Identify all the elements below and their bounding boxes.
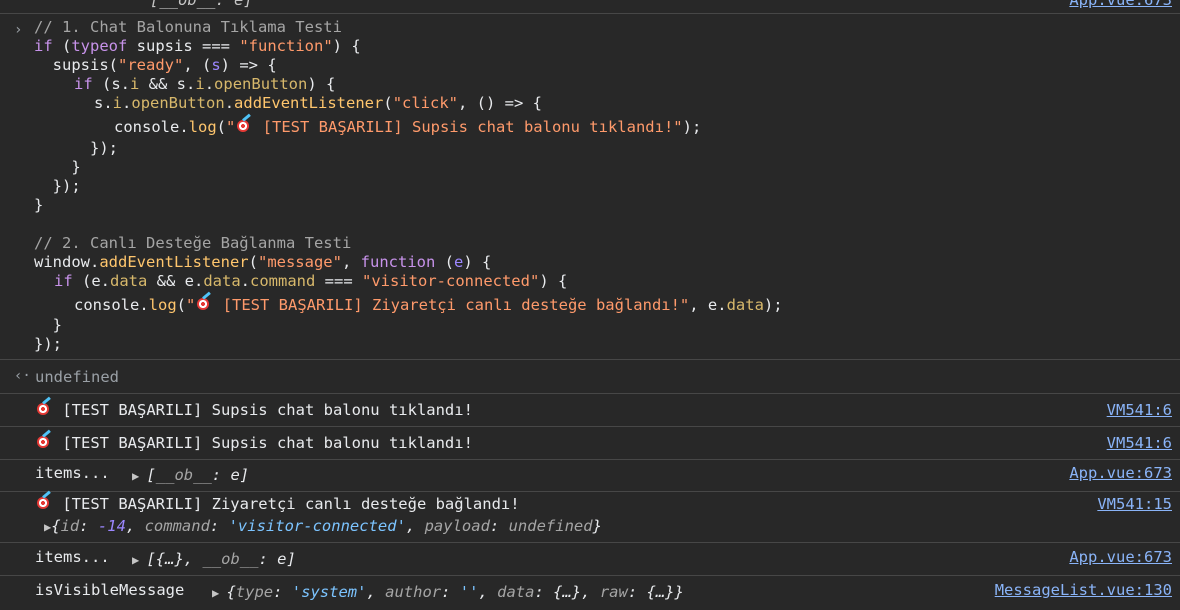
- code-line-5: s.i.openButton.addEventListener("click",…: [94, 94, 543, 112]
- top-source-link[interactable]: App.vue:673: [1069, 0, 1172, 9]
- code-line-1: // 1. Chat Balonuna Tıklama Testi: [34, 18, 342, 36]
- log-object-preview[interactable]: ▶ [{…}, __ob__: e]: [132, 550, 296, 568]
- triangle-right-icon[interactable]: ▶: [132, 469, 146, 483]
- log-label: items...: [35, 464, 110, 482]
- log-source-link[interactable]: MessageList.vue:130: [995, 581, 1172, 599]
- log-row: items... ▶ [{…}, __ob__: e] App.vue:673: [0, 542, 1180, 575]
- result-value: undefined: [35, 368, 119, 386]
- code-line-8: }: [34, 158, 81, 176]
- code-line-12: window.addEventListener("message", funct…: [34, 253, 492, 271]
- log-row: [TEST BAŞARILI] Ziyaretçi canlı desteğe …: [0, 490, 1180, 542]
- log-message: [TEST BAŞARILI] Ziyaretçi canlı desteğe …: [35, 490, 520, 513]
- code-line-13: if (e.data && e.data.command === "visito…: [54, 272, 568, 290]
- log-label: items...: [35, 548, 110, 566]
- code-line-7: });: [34, 139, 118, 157]
- log-source-link[interactable]: VM541:15: [1097, 495, 1172, 513]
- log-source-link[interactable]: App.vue:673: [1069, 548, 1172, 566]
- direct-hit-icon: [35, 429, 53, 449]
- log-message: [TEST BAŞARILI] Supsis chat balonu tıkla…: [35, 429, 473, 452]
- log-source-link[interactable]: VM541:6: [1107, 434, 1172, 452]
- console-input-code-block: › // 1. Chat Balonuna Tıklama Testi if (…: [0, 13, 1180, 358]
- direct-hit-icon: [195, 291, 213, 311]
- log-row: [TEST BAŞARILI] Supsis chat balonu tıkla…: [0, 393, 1180, 426]
- log-object-preview[interactable]: ▶{id: -14, command: 'visitor-connected',…: [44, 517, 602, 535]
- code-line-10: }: [34, 196, 44, 214]
- return-arrow-icon: ‹·: [14, 368, 31, 384]
- code-line-4: if (s.i && s.i.openButton) {: [74, 75, 336, 93]
- result-row: ‹· undefined: [0, 359, 1180, 393]
- direct-hit-icon: [35, 396, 53, 416]
- log-object-preview[interactable]: ▶ [__ob__: e]: [132, 466, 249, 484]
- top-fragment: [__ob__: e]: [150, 0, 253, 9]
- code-line-2: if (typeof supsis === "function") {: [34, 37, 361, 55]
- log-row: items... ▶ [__ob__: e] App.vue:673: [0, 459, 1180, 491]
- top-partial-row: [__ob__: e] App.vue:673: [0, 0, 1180, 14]
- code-line-14: console.log(" [TEST BAŞARILI] Ziyaretçi …: [74, 291, 783, 315]
- code-line-6: console.log(" [TEST BAŞARILI] Supsis cha…: [114, 113, 701, 137]
- log-row: [TEST BAŞARILI] Supsis chat balonu tıkla…: [0, 426, 1180, 459]
- log-row: isVisibleMessage ▶ {type: 'system', auth…: [0, 575, 1180, 610]
- chevron-right-icon[interactable]: ›: [14, 22, 22, 38]
- code-line-3: supsis("ready", (s) => {: [34, 56, 277, 74]
- log-source-link[interactable]: App.vue:673: [1069, 464, 1172, 482]
- direct-hit-icon: [235, 113, 253, 133]
- code-line-15: }: [34, 316, 62, 334]
- direct-hit-icon: [35, 490, 53, 510]
- log-object-preview[interactable]: ▶ {type: 'system', author: '', data: {…}…: [212, 583, 684, 601]
- code-line-11: // 2. Canlı Desteğe Bağlanma Testi: [34, 234, 352, 252]
- code-line-16: });: [34, 335, 62, 353]
- log-source-link[interactable]: VM541:6: [1107, 401, 1172, 419]
- code-line-9: });: [34, 177, 81, 195]
- log-message: [TEST BAŞARILI] Supsis chat balonu tıkla…: [35, 396, 473, 419]
- log-label: isVisibleMessage: [35, 581, 185, 599]
- triangle-right-icon[interactable]: ▶: [212, 586, 226, 600]
- triangle-right-icon[interactable]: ▶: [132, 553, 146, 567]
